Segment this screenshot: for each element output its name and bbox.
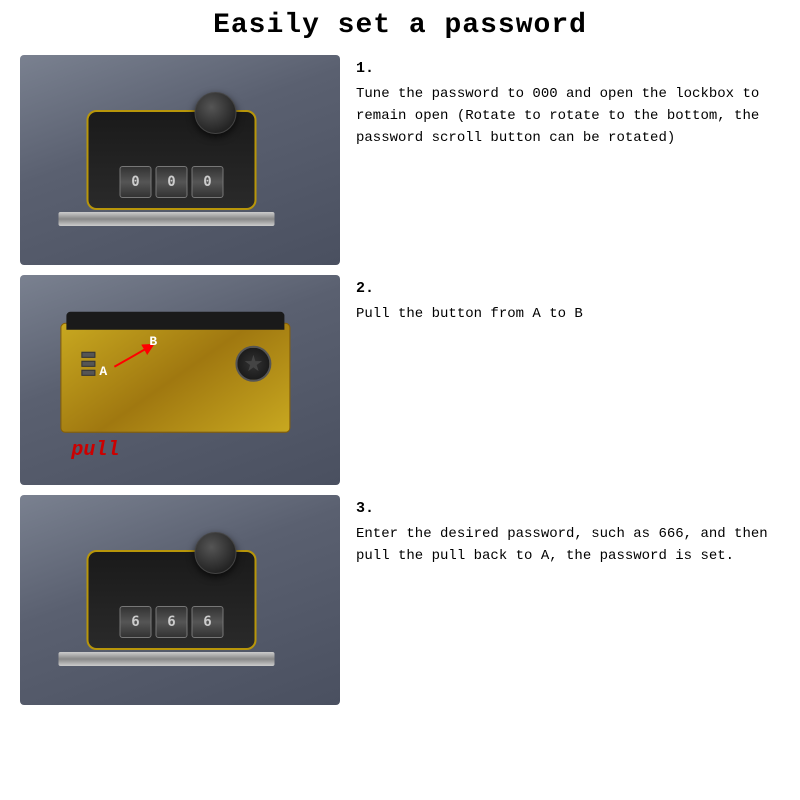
digit-2-1: 0 (192, 166, 224, 198)
digit-1-3: 6 (156, 606, 188, 638)
digit-0-3: 6 (120, 606, 152, 638)
step-row-3: 6 6 6 3. Enter the desired password, suc… (20, 495, 780, 705)
label-a: A (99, 364, 107, 379)
label-b: B (149, 334, 157, 349)
step-3-image: 6 6 6 (20, 495, 340, 705)
silver-bar-3 (59, 652, 275, 666)
lock-plate-3: 6 6 6 (87, 550, 257, 650)
lock-digits-1: 0 0 0 (120, 166, 224, 198)
step-3-description: Enter the desired password, such as 666,… (356, 524, 780, 567)
mech-black-bar (66, 312, 284, 330)
lock-digits-3: 6 6 6 (120, 606, 224, 638)
step-3-number: 3. (356, 497, 780, 520)
step-1-description: Tune the password to 000 and open the lo… (356, 84, 780, 149)
mech-part-2 (81, 361, 95, 367)
mech-part-1 (81, 352, 95, 358)
lock-plate-1: 0 0 0 (87, 110, 257, 210)
page: Easily set a password 0 0 0 (0, 0, 800, 800)
lock-knob-3 (195, 532, 237, 574)
mech-part-3 (81, 370, 95, 376)
digit-1-1: 0 (156, 166, 188, 198)
step-row-1: 0 0 0 1. Tune the password to 000 and op… (20, 55, 780, 265)
lock-knob-1 (195, 92, 237, 134)
mech-bolt-hole (235, 346, 271, 382)
step-2-image: A B pull (20, 275, 340, 485)
page-title: Easily set a password (213, 10, 587, 41)
mechanism-plate: A B pull (60, 323, 290, 433)
step-3-text: 3. Enter the desired password, such as 6… (356, 495, 780, 568)
pull-label: pull (71, 439, 119, 462)
step-1-number: 1. (356, 57, 780, 80)
steps-container: 0 0 0 1. Tune the password to 000 and op… (20, 55, 780, 705)
step-2-number: 2. (356, 277, 780, 300)
mech-bolt-inner (244, 355, 262, 373)
mech-small-parts (81, 352, 95, 376)
step-2-text: 2. Pull the button from A to B (356, 275, 780, 326)
step-1-image: 0 0 0 (20, 55, 340, 265)
lockbox-image-3: 6 6 6 (87, 550, 257, 650)
step-row-2: A B pull 2. Pull the button from A to B (20, 275, 780, 485)
digit-0-1: 0 (120, 166, 152, 198)
silver-bar-1 (59, 212, 275, 226)
step-2-description: Pull the button from A to B (356, 304, 780, 326)
digit-2-3: 6 (192, 606, 224, 638)
lockbox-image-1: 0 0 0 (87, 110, 257, 210)
step-1-text: 1. Tune the password to 000 and open the… (356, 55, 780, 149)
mechanism-image: A B pull (60, 323, 290, 433)
